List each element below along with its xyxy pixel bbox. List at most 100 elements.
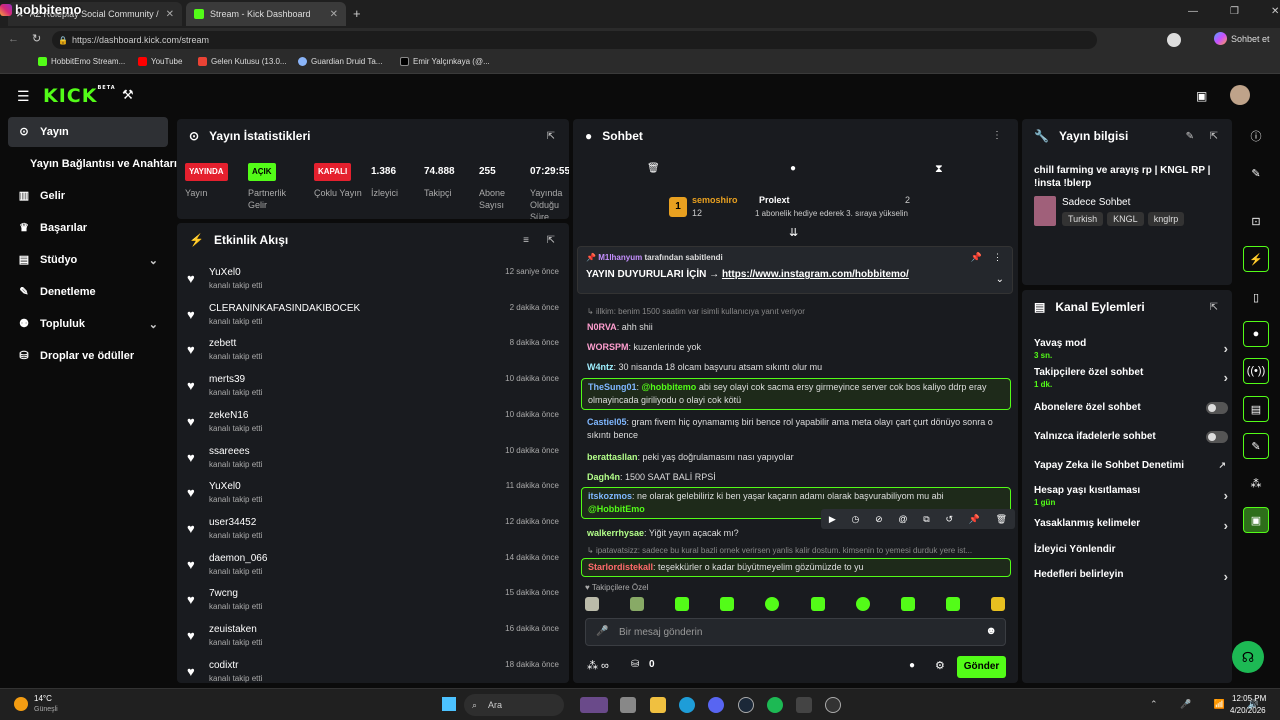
emote-icon[interactable] — [900, 597, 915, 611]
emote-icon[interactable] — [585, 597, 599, 611]
popout-icon[interactable]: ⇱ — [547, 131, 555, 142]
sidebar-item-droplar[interactable]: ⛁ Droplar ve ödüller — [8, 341, 168, 371]
xbox-icon[interactable] — [796, 697, 812, 713]
filter-icon[interactable]: ≡ — [523, 235, 529, 246]
chat-username[interactable]: TheSung01 — [588, 382, 637, 392]
studio-icon[interactable]: ▤ — [1243, 396, 1269, 422]
emote-icon[interactable] — [990, 597, 1005, 611]
event-item[interactable]: ♥ YuXel0 kanalı takip etti 12 saniye önc… — [187, 265, 559, 299]
popout-icon[interactable]: ⇱ — [1210, 302, 1218, 313]
emote-icon[interactable] — [630, 597, 645, 611]
lightning-icon[interactable]: ⚡ — [1243, 246, 1269, 272]
chat-username[interactable]: berattasllan — [587, 452, 638, 462]
chat-message[interactable]: Castiel05: gram fivem hiç oynamamış biri… — [581, 414, 1011, 444]
close-icon[interactable]: ✕ — [330, 9, 338, 20]
copy-icon[interactable]: ⧉ — [923, 514, 929, 525]
channel-action[interactable]: Takipçilere özel sohbet 1 dk. › — [1034, 367, 1230, 389]
infinity-icon[interactable]: ⁂ ∞ — [587, 659, 609, 672]
camera-icon[interactable]: ▣ — [1196, 89, 1207, 103]
profile-avatar[interactable] — [1167, 33, 1181, 47]
hourglass-icon[interactable]: ⧗ — [935, 163, 943, 176]
reload-icon[interactable]: ↻ — [32, 32, 41, 45]
event-item[interactable]: ♥ merts39 kanalı takip etti 10 dakika ön… — [187, 372, 559, 406]
channel-action[interactable]: Yalnızca ifadelerle sohbet — [1034, 431, 1230, 443]
chat-username[interactable]: N0RVA — [587, 322, 617, 332]
chat-username[interactable]: W4ntz — [587, 362, 614, 372]
chat-username[interactable]: walkerrhysae — [587, 528, 644, 538]
edge-icon[interactable] — [679, 697, 695, 713]
event-item[interactable]: ♥ daemon_066 kanalı takip etti 14 dakika… — [187, 551, 559, 585]
event-item[interactable]: ♥ zekeN16 kanalı takip etti 10 dakika ön… — [187, 408, 559, 442]
dots-icon[interactable]: ⁂ — [1243, 470, 1269, 496]
minimize-icon[interactable]: — — [1188, 6, 1198, 17]
user-avatar[interactable] — [1230, 85, 1250, 105]
event-item[interactable]: ♥ YuXel0 kanalı takip etti 11 dakika önc… — [187, 479, 559, 513]
hide-icon[interactable]: ⊘ — [875, 514, 883, 525]
hammer-icon[interactable]: ⚒ — [122, 87, 134, 103]
chat-username[interactable]: Castiel05 — [587, 417, 627, 427]
emote-icon[interactable] — [720, 597, 735, 611]
gear-icon[interactable]: ⚙ — [935, 659, 945, 672]
discord-icon[interactable] — [708, 697, 724, 713]
bookmark-kick[interactable]: HobbitEmo Stream... — [38, 57, 125, 66]
event-item[interactable]: ♥ user34452 kanalı takip etti 12 dakika … — [187, 515, 559, 549]
collapse-icon[interactable]: ⇊ — [789, 226, 798, 239]
wrench-icon[interactable]: ✎ — [1243, 433, 1269, 459]
chat-message[interactable]: TheSung01: @hobbitemo abi sey olayi cok … — [581, 378, 1011, 410]
unpin-icon[interactable]: 📌 — [971, 252, 982, 263]
toggle-switch[interactable] — [1206, 431, 1228, 443]
new-tab-icon[interactable]: + — [353, 6, 361, 21]
back-icon[interactable]: ← — [8, 33, 19, 45]
reply-context[interactable]: ↳ ipatavatsizz: sadece bu kural bazli or… — [587, 546, 1007, 555]
chat-username[interactable]: itskozmos — [588, 491, 632, 501]
emote-icon[interactable] — [675, 597, 690, 611]
url-field[interactable]: 🔒 https://dashboard.kick.com/stream — [52, 31, 1097, 49]
explorer-icon[interactable] — [650, 697, 666, 713]
taskbar-search[interactable]: ⌕ Ara — [464, 694, 564, 716]
trash-icon[interactable]: 🗑 — [647, 163, 660, 174]
window-controls[interactable]: — ❐ ✕ — [1188, 6, 1279, 17]
play-icon[interactable]: ▶ — [829, 514, 836, 525]
sidebar-item-stream-key[interactable]: Yayın Bağlantısı ve Anahtarı — [8, 149, 178, 179]
event-item[interactable]: ♥ codixtr kanalı takip etti 18 dakika ön… — [187, 658, 559, 683]
chat-input[interactable]: 🎤 Bir mesaj gönderin ☻ — [585, 618, 1006, 646]
kick-logo[interactable]: KICKBETA — [43, 85, 116, 107]
emote-icon[interactable] — [855, 597, 870, 611]
close-icon[interactable]: ✕ — [166, 9, 174, 20]
more-icon[interactable]: ⋮ — [993, 252, 1002, 263]
event-item[interactable]: ♥ zebett kanalı takip etti 8 dakika önce — [187, 336, 559, 370]
pinned-link[interactable]: https://www.instagram.com/hobbitemo/ — [722, 269, 909, 280]
more-icon[interactable]: ⋮ — [992, 130, 1002, 141]
sidebar-item-denetleme[interactable]: ✎ Denetleme — [8, 277, 168, 307]
close-icon[interactable]: ✕ — [1271, 6, 1279, 17]
channel-action[interactable]: Hesap yaşı kısıtlaması 1 gün › — [1034, 485, 1230, 507]
clock-time[interactable]: 12:05 PM — [1232, 694, 1266, 703]
chat-username[interactable]: Starlordistekall — [588, 562, 653, 572]
bookmark-gmail[interactable]: Gelen Kutusu (13.0... — [198, 57, 287, 66]
chat-bubble-icon[interactable]: ● — [790, 163, 796, 174]
emoji-icon[interactable]: ☻ — [985, 625, 997, 637]
emote-icon[interactable] — [810, 597, 825, 611]
clapper-icon[interactable]: ▣ — [1243, 507, 1269, 533]
chat-username[interactable]: Dagh4n — [587, 472, 620, 482]
sidebar-item-basarilar[interactable]: ♛ Başarılar — [8, 213, 168, 243]
toggle-switch[interactable] — [1206, 402, 1228, 414]
pin-icon[interactable]: 📌 — [969, 514, 980, 525]
sidebar-item-yayin[interactable]: ⊙ Yayın — [8, 117, 168, 147]
chat-bubble-icon[interactable]: ● — [909, 660, 915, 671]
popout-icon[interactable]: ⇱ — [547, 235, 555, 246]
sidebar-item-gelir[interactable]: ▥ Gelir — [8, 181, 168, 211]
tab-kick[interactable]: Stream - Kick Dashboard ✕ — [186, 2, 346, 26]
chevron-down-icon[interactable]: ⌄ — [996, 274, 1004, 285]
popout-icon[interactable]: ⇱ — [1210, 131, 1218, 142]
chat-message[interactable]: berattasllan: peki yaş doğrulamasını nas… — [581, 449, 1011, 466]
app-icon[interactable] — [580, 697, 608, 713]
windows-start-icon[interactable] — [442, 697, 456, 711]
edit-icon[interactable]: ✎ — [1186, 131, 1194, 142]
emote-icon[interactable] — [945, 597, 960, 611]
pencil-icon[interactable]: ✎ — [1243, 160, 1269, 186]
channel-action[interactable]: Abonelere özel sohbet — [1034, 402, 1230, 414]
event-item[interactable]: ♥ 7wcng kanalı takip etti 15 dakika önce — [187, 586, 559, 620]
steam-icon[interactable] — [738, 697, 754, 713]
sidebar-item-topluluk[interactable]: ⚉ Topluluk ⌄ — [8, 309, 168, 339]
